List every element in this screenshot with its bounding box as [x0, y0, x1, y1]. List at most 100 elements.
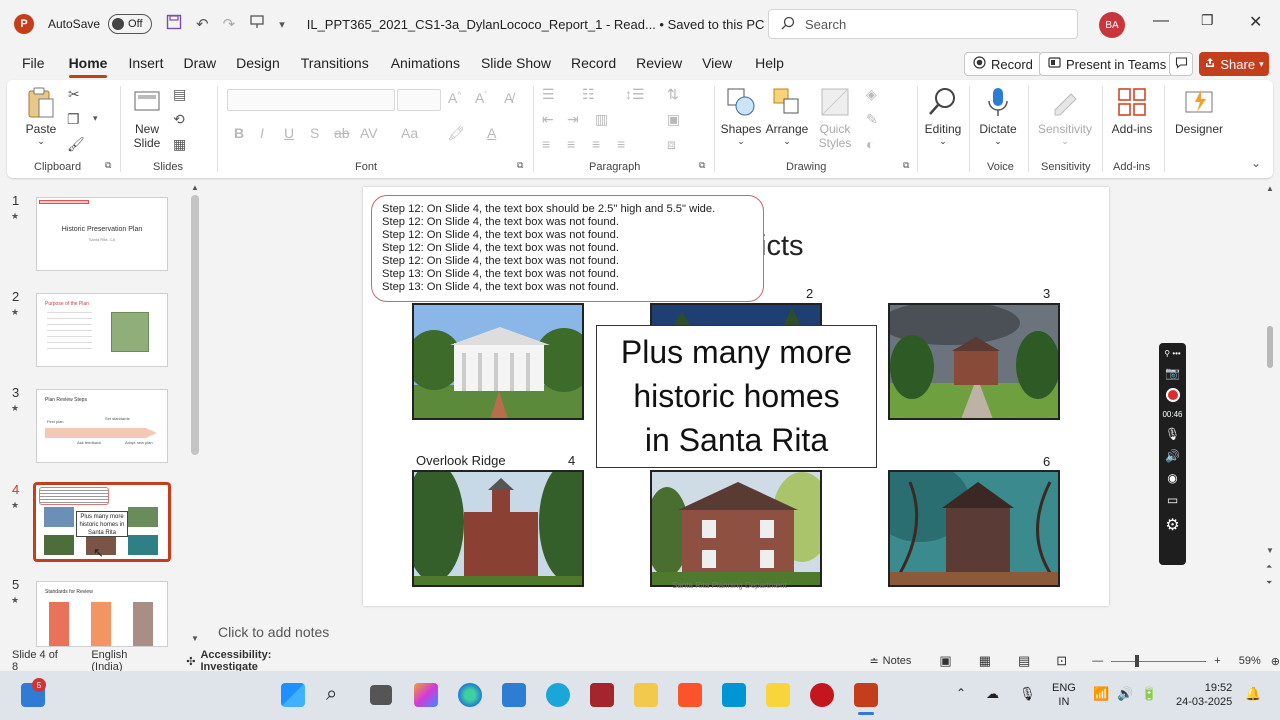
tab-view[interactable]: View [693, 55, 741, 71]
minimize-icon[interactable]: — [1153, 12, 1169, 30]
shapes-button[interactable]: Shapes ⌄ [719, 86, 763, 147]
start-icon[interactable] [281, 683, 305, 707]
maximize-icon[interactable]: ❐ [1201, 12, 1214, 29]
camera-icon[interactable]: 📷 [1165, 366, 1180, 380]
tab-insert[interactable]: Insert [119, 55, 172, 71]
chevron-down-icon[interactable]: ▾ [93, 113, 98, 124]
shadow-icon[interactable]: S [310, 125, 319, 141]
shape-fill-icon[interactable]: ◈ [866, 86, 877, 103]
designer-button[interactable]: Designer [1171, 86, 1227, 136]
next-slide-icon[interactable]: ⏷ [1266, 578, 1272, 588]
slide-thumbnail-1[interactable]: Historic Preservation Plan Santa Rita, C… [36, 197, 168, 271]
line-spacing-icon[interactable]: ↕☰ [625, 86, 645, 103]
chevron-up-icon[interactable]: ⌃ [956, 686, 966, 700]
mcafee-icon[interactable] [590, 683, 614, 707]
section-icon[interactable]: ▦ [173, 136, 186, 153]
edge-icon[interactable] [458, 683, 482, 707]
fit-to-window-icon[interactable]: ⊕ [1271, 655, 1280, 668]
layout-icon[interactable]: ▤ [173, 86, 186, 103]
record-button[interactable]: Record [964, 52, 1042, 76]
task-view-icon[interactable] [370, 685, 392, 705]
cut-icon[interactable]: ✂ [68, 86, 80, 103]
underline-icon[interactable]: U [284, 125, 294, 141]
slide-thumbnail-3[interactable]: Plan Review Steps First plan Ask feedbac… [36, 389, 168, 463]
font-family-select[interactable] [227, 89, 395, 111]
document-title[interactable]: IL_PPT365_2021_CS1-3a_DylanLococo_Report… [307, 17, 765, 32]
change-case-icon[interactable]: Aa [401, 125, 418, 141]
tab-draw[interactable]: Draw [174, 55, 225, 71]
strikethrough-icon[interactable]: ab [334, 125, 350, 141]
bold-icon[interactable]: B [234, 125, 244, 141]
add-ins-button[interactable]: Add-ins [1107, 86, 1157, 136]
scroll-down-icon[interactable]: ▼ [191, 634, 199, 643]
increase-font-icon[interactable]: A^ [448, 90, 461, 106]
character-spacing-icon[interactable]: AV [360, 125, 378, 141]
tab-slide-show[interactable]: Slide Show [472, 55, 560, 71]
shape-effects-icon[interactable]: ◐ [866, 136, 874, 152]
tab-design[interactable]: Design [227, 55, 289, 71]
window-icon[interactable]: ▭ [1167, 493, 1178, 507]
slide-scrollbar[interactable]: ▲ ▼ ⏶ ⏷ [1266, 184, 1274, 640]
bullets-icon[interactable]: ☰ [542, 86, 555, 103]
clock[interactable]: 19:52 24-03-2025 [1176, 681, 1232, 709]
slide-thumbnail-5[interactable]: Standards for Review [36, 581, 168, 647]
present-in-teams-button[interactable]: Present in Teams [1039, 52, 1176, 76]
tab-transitions[interactable]: Transitions [292, 55, 378, 71]
clear-formatting-icon[interactable]: A̸ [504, 90, 513, 106]
format-painter-icon[interactable]: 🖌 [67, 136, 85, 153]
scroll-up-icon[interactable]: ▲ [1266, 184, 1274, 193]
house-photo-4[interactable] [412, 470, 584, 587]
zoom-out-icon[interactable]: — [1092, 655, 1103, 667]
shape-outline-icon[interactable]: ✎ [866, 111, 878, 128]
close-icon[interactable]: ✕ [1249, 12, 1262, 32]
copilot-icon[interactable] [414, 683, 438, 707]
tab-review[interactable]: Review [627, 55, 691, 71]
cloud-icon[interactable]: ☁ [986, 686, 999, 702]
dictate-button[interactable]: Dictate ⌄ [975, 86, 1021, 147]
notification-center-icon[interactable]: 🔔 [1245, 686, 1261, 702]
arrange-button[interactable]: Arrange ⌄ [764, 86, 810, 147]
input-language[interactable]: ENG IN [1052, 681, 1076, 709]
zoom-slider[interactable] [1111, 654, 1207, 667]
store-icon[interactable] [502, 683, 526, 707]
notes-placeholder[interactable]: Click to add notes [218, 624, 329, 640]
quick-styles-button[interactable]: Quick Styles [813, 86, 857, 150]
help-icon[interactable] [546, 683, 570, 707]
recorder-app-icon[interactable] [810, 683, 834, 707]
text-box-overlay[interactable]: Plus many more historic homes in Santa R… [596, 325, 877, 468]
align-left-icon[interactable]: ≡ [542, 136, 550, 152]
scroll-down-icon[interactable]: ▼ [1266, 546, 1274, 555]
align-right-icon[interactable]: ≡ [592, 136, 600, 152]
italic-icon[interactable]: I [260, 125, 264, 141]
accessibility-status[interactable]: Accessibility: Investigate [200, 649, 325, 673]
microphone-icon[interactable]: 🎙 [1019, 686, 1036, 702]
text-direction-icon[interactable]: ⇅ [667, 86, 679, 103]
increase-indent-icon[interactable]: ⇥ [567, 111, 579, 128]
tab-record[interactable]: Record [562, 55, 625, 71]
slide-title[interactable]: icts [760, 230, 804, 263]
paste-button[interactable]: Paste ⌄ [21, 86, 61, 147]
slideshow-view-icon[interactable]: ⊡ [1056, 653, 1067, 669]
zoom-in-icon[interactable]: + [1214, 655, 1220, 667]
slide-sorter-icon[interactable]: ▦ [979, 653, 991, 669]
reset-icon[interactable]: ⟲ [173, 111, 185, 128]
reading-view-icon[interactable]: ▤ [1018, 653, 1030, 669]
house-photo-2[interactable] [650, 303, 822, 327]
zoom-level[interactable]: 59% [1239, 655, 1261, 667]
microphone-icon[interactable]: 🎙 [1165, 427, 1180, 441]
normal-view-icon[interactable]: ▣ [939, 653, 951, 669]
customize-toolbar-icon[interactable]: ▾ [279, 18, 285, 31]
search-icon[interactable]: ⌕ [326, 683, 350, 707]
present-from-start-icon[interactable] [249, 14, 265, 34]
copy-icon[interactable]: ❐ [67, 111, 80, 128]
scroll-up-icon[interactable]: ▲ [191, 183, 199, 192]
dialog-launcher-icon[interactable]: ⧉ [699, 160, 705, 171]
user-avatar[interactable]: BA [1099, 12, 1125, 38]
collapse-ribbon-icon[interactable]: ⌄ [1251, 156, 1261, 170]
speaker-icon[interactable]: 🔊 [1165, 449, 1180, 463]
sensitivity-button[interactable]: Sensitivity ⌄ [1036, 86, 1094, 147]
decrease-indent-icon[interactable]: ⇤ [542, 111, 554, 128]
redo-icon[interactable]: ↷ [223, 15, 236, 33]
powerpoint-taskbar-icon[interactable] [854, 683, 878, 707]
wifi-icon[interactable]: 📶 [1093, 686, 1109, 702]
